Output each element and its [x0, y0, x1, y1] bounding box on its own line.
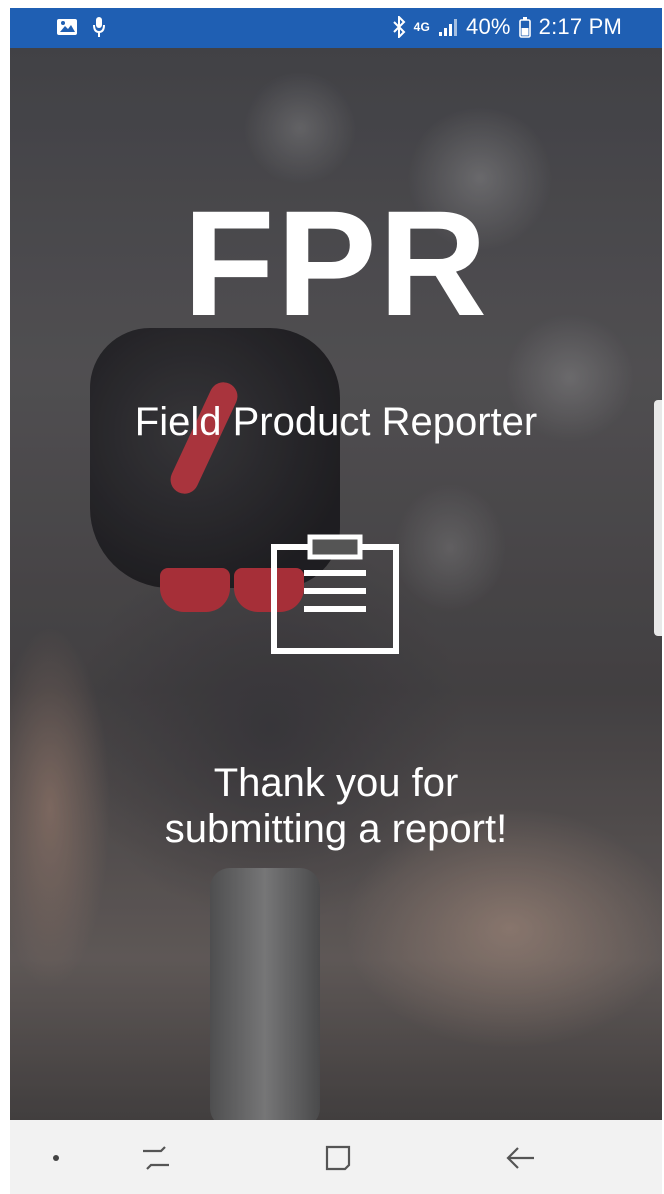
back-icon[interactable] — [500, 1138, 540, 1178]
thank-you-message: Thank you for submitting a report! — [10, 760, 662, 852]
gallery-icon — [56, 18, 78, 36]
app-title: FPR — [183, 179, 489, 347]
network-4g-icon: 4G — [413, 19, 431, 34]
clock: 2:17 PM — [538, 14, 622, 39]
recent-apps-icon[interactable] — [136, 1138, 176, 1178]
hero-background: FPR Field Product Reporter Thank you for… — [10, 48, 662, 1120]
status-bar: 4G 40% 2:17 PM — [10, 8, 662, 48]
edge-panel-handle[interactable] — [654, 400, 662, 636]
microphone-icon — [92, 16, 106, 38]
battery-icon — [518, 16, 531, 38]
signal-icon — [438, 17, 458, 37]
status-right-area: 4G 40% 2:17 PM — [392, 14, 622, 40]
thank-you-line-2: submitting a report! — [164, 807, 508, 851]
clipboard-icon — [270, 533, 400, 655]
bluetooth-icon — [392, 16, 406, 38]
battery-percent: 40% — [466, 14, 511, 39]
nav-dot-icon[interactable] — [46, 1138, 66, 1178]
app-subtitle: Field Product Reporter — [134, 400, 538, 444]
status-left-icons — [56, 16, 106, 38]
navigation-bar — [10, 1120, 662, 1194]
phone-screen: 4G 40% 2:17 PM FPR Field Product Reporte… — [10, 8, 662, 1194]
thank-you-line-1: Thank you for — [213, 761, 459, 805]
home-icon[interactable] — [318, 1138, 358, 1178]
